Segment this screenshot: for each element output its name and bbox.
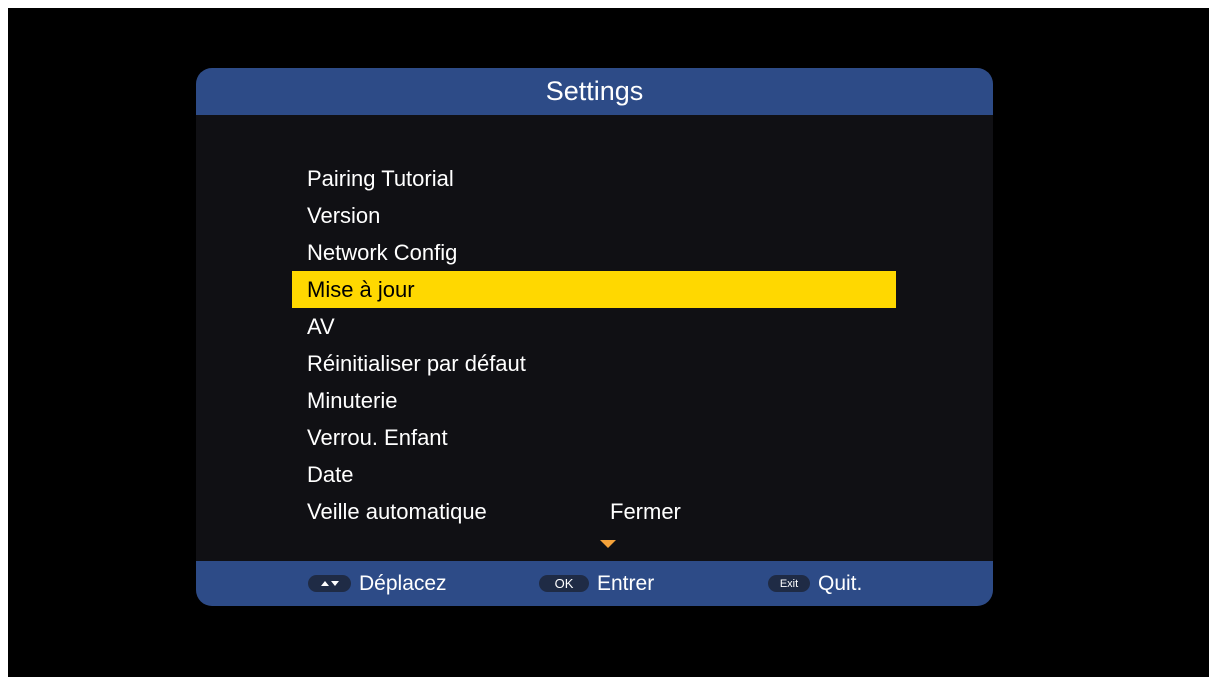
menu-item-label: Network Config xyxy=(307,239,458,265)
move-hint: Déplacez xyxy=(308,561,447,606)
up-down-arrows-icon xyxy=(308,575,351,592)
menu-item-label: Réinitialiser par défaut xyxy=(307,350,526,376)
menu-item-auto-standby[interactable]: Veille automatique Fermer xyxy=(292,493,896,530)
menu-item-label: Veille automatique xyxy=(307,498,487,524)
menu-item-version[interactable]: Version xyxy=(292,197,896,234)
exit-key-badge: Exit xyxy=(768,575,810,592)
page-title: Settings xyxy=(545,76,644,106)
menu-item-label: Minuterie xyxy=(307,387,398,413)
settings-panel: Settings Pairing Tutorial Version Networ… xyxy=(196,68,993,606)
menu-item-label: Verrou. Enfant xyxy=(307,424,448,450)
menu-item-minuterie[interactable]: Minuterie xyxy=(292,382,896,419)
quit-hint: Exit Quit. xyxy=(768,561,862,606)
quit-hint-label: Quit. xyxy=(818,571,863,595)
menu-item-reset-default[interactable]: Réinitialiser par défaut xyxy=(292,345,896,382)
chevron-down-icon[interactable] xyxy=(600,540,616,548)
panel-header: Settings xyxy=(196,68,993,115)
panel-footer: Déplacez OK Entrer Exit Quit. xyxy=(196,561,993,606)
menu-item-date[interactable]: Date xyxy=(292,456,896,493)
menu-item-pairing-tutorial[interactable]: Pairing Tutorial xyxy=(292,160,896,197)
enter-hint-label: Entrer xyxy=(597,571,655,595)
menu-item-label: AV xyxy=(307,313,335,339)
menu-item-label: Pairing Tutorial xyxy=(307,165,454,191)
menu-item-label: Mise à jour xyxy=(307,276,415,302)
settings-menu: Pairing Tutorial Version Network Config … xyxy=(292,160,896,530)
move-hint-label: Déplacez xyxy=(359,571,447,595)
enter-hint: OK Entrer xyxy=(539,561,654,606)
menu-item-av[interactable]: AV xyxy=(292,308,896,345)
menu-item-mise-a-jour[interactable]: Mise à jour xyxy=(292,271,896,308)
menu-item-network-config[interactable]: Network Config xyxy=(292,234,896,271)
menu-item-parental-lock[interactable]: Verrou. Enfant xyxy=(292,419,896,456)
auto-standby-value: Fermer xyxy=(610,498,681,524)
menu-item-label: Version xyxy=(307,202,381,228)
ok-key-badge: OK xyxy=(539,575,589,592)
tv-screen: Settings Pairing Tutorial Version Networ… xyxy=(8,8,1209,677)
menu-item-label: Date xyxy=(307,461,354,487)
